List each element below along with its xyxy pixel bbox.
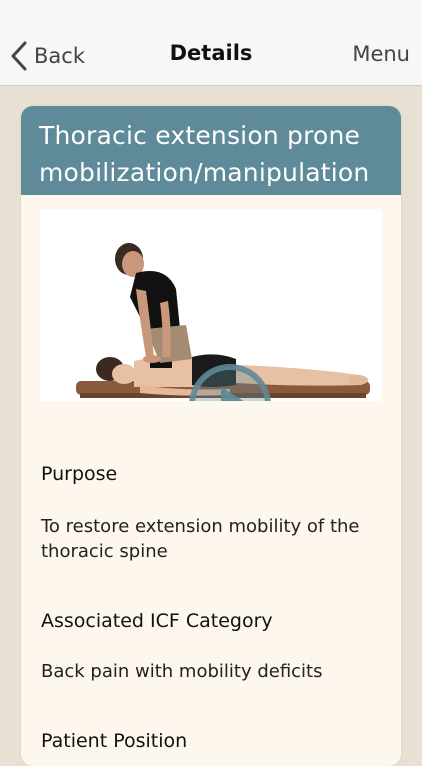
- menu-button[interactable]: Menu: [352, 42, 410, 66]
- exercise-detail-card: Thoracic extension prone mobilization/ma…: [21, 106, 401, 766]
- navigation-bar: Back Details Menu: [0, 0, 422, 86]
- video-thumbnail[interactable]: [40, 209, 382, 401]
- icf-category-text: Back pain with mobility deficits: [41, 661, 323, 682]
- patient-position-heading: Patient Position: [41, 730, 188, 752]
- card-header: Thoracic extension prone mobilization/ma…: [21, 106, 401, 195]
- purpose-heading: Purpose: [41, 463, 118, 485]
- card-title-line-2: mobilization/manipulation: [39, 158, 370, 187]
- icf-category-heading: Associated ICF Category: [41, 610, 273, 632]
- play-icon[interactable]: [188, 363, 272, 401]
- card-title-line-1: Thoracic extension prone: [39, 121, 361, 150]
- purpose-text: To restore extension mobility of the tho…: [41, 516, 360, 562]
